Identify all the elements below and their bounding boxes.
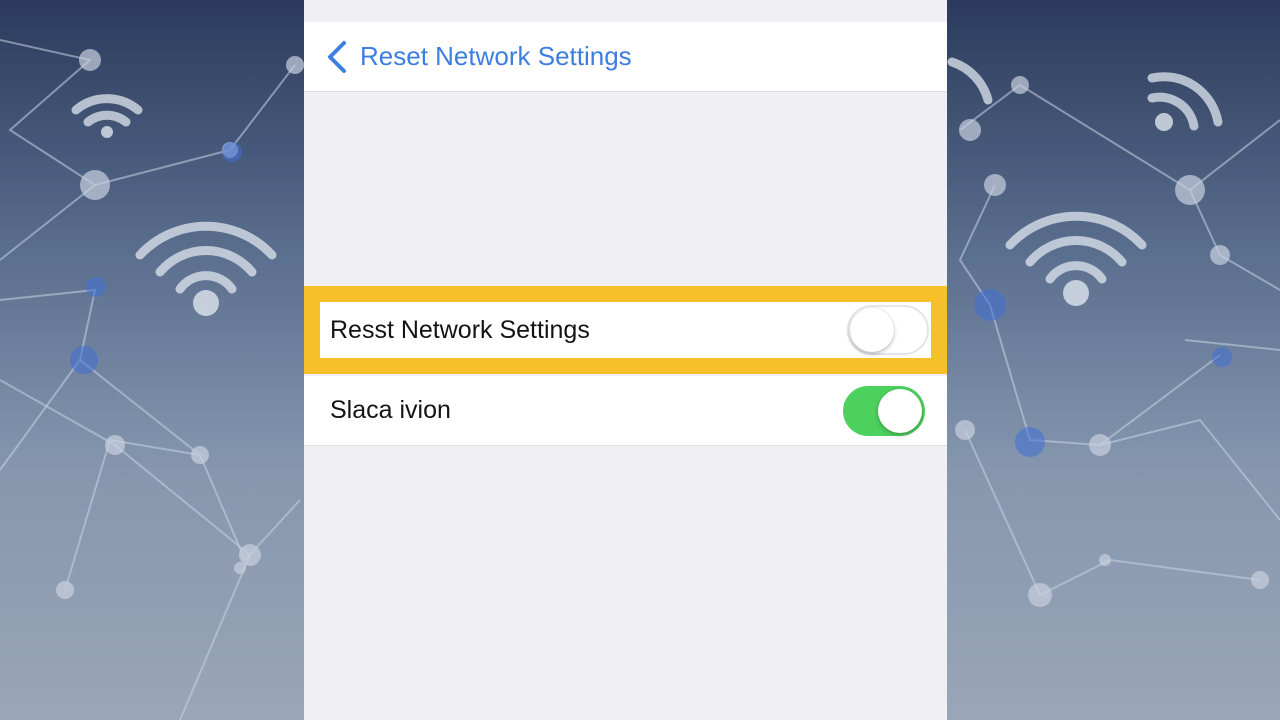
navigation-bar: Reset Network Settings [304,22,947,92]
toggle-knob [850,308,894,352]
settings-screen: Reset Network Settings Resst Network Set… [304,0,947,720]
settings-row-second[interactable]: Slaca ivion [304,376,947,446]
second-toggle[interactable] [843,385,925,436]
row-label: Resst Network Settings [330,315,590,344]
toggle-knob [878,388,922,433]
back-button[interactable]: Reset Network Settings [326,40,632,74]
status-bar-area [304,0,947,23]
row-label: Slaca ivion [330,396,451,424]
nav-title: Reset Network Settings [360,41,632,71]
reset-network-toggle[interactable] [847,305,929,355]
settings-row-reset-network[interactable]: Resst Network Settings [320,302,931,358]
chevron-left-icon [328,40,346,73]
